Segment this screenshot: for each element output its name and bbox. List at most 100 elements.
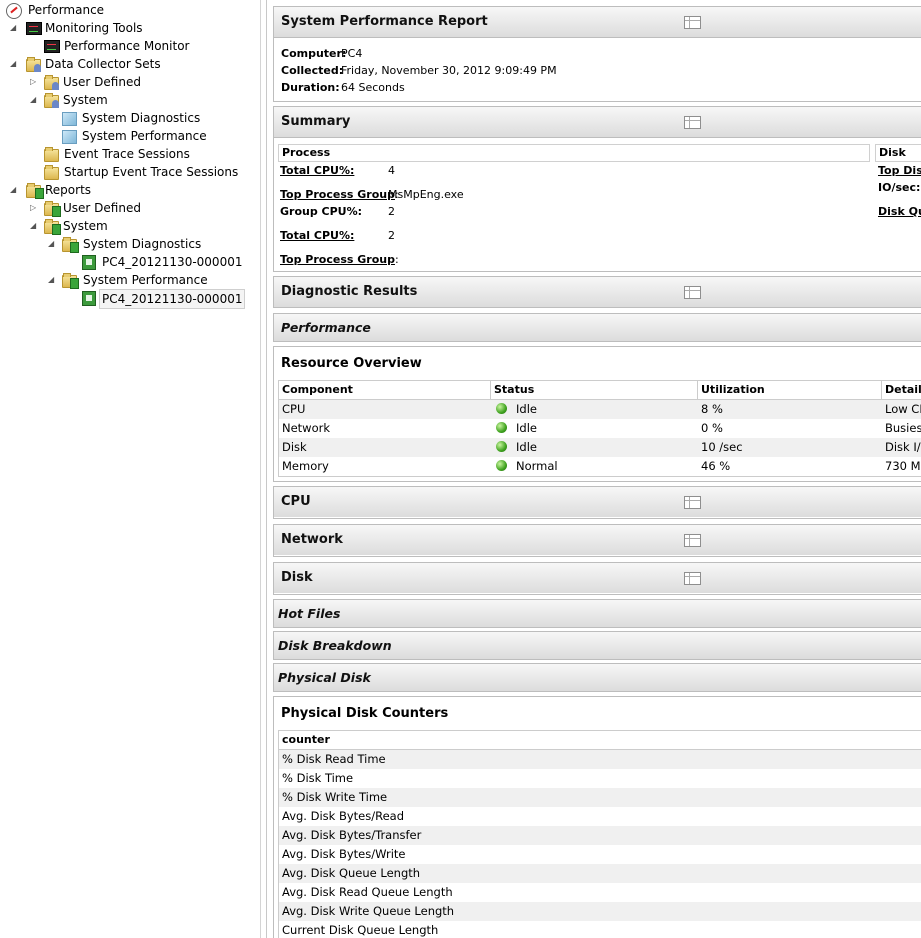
expanded-arrow-icon[interactable]: ◢: [10, 60, 18, 68]
tree-label: Monitoring Tools: [45, 21, 143, 35]
table-view-icon[interactable]: [684, 16, 701, 29]
report-header-section: System Performance Report Computer: PC4 …: [273, 6, 921, 102]
collapsed-arrow-icon[interactable]: ▷: [30, 204, 38, 212]
status-cell: Idle: [516, 402, 537, 416]
table-view-icon[interactable]: [684, 286, 701, 299]
column-header-component[interactable]: Component: [282, 383, 353, 396]
section-header[interactable]: Performance: [274, 314, 921, 341]
diagnostic-results-section[interactable]: Diagnostic Results: [273, 276, 921, 308]
column-divider[interactable]: [881, 381, 882, 399]
tree-label: System Diagnostics: [83, 237, 202, 251]
physical-disk-title: Physical Disk: [278, 670, 371, 685]
expanded-arrow-icon[interactable]: ◢: [30, 96, 38, 104]
total-cpu-label-2[interactable]: Total CPU%:: [280, 229, 354, 242]
expanded-arrow-icon[interactable]: ◢: [10, 186, 18, 194]
performance-monitor-icon: [44, 40, 60, 53]
collector-badge-icon: [34, 64, 41, 72]
section-header[interactable]: Diagnostic Results: [274, 277, 921, 307]
section-header[interactable]: Physical Disk: [274, 664, 921, 691]
counter-cell: Avg. Disk Bytes/Write: [282, 847, 406, 861]
navigation-tree[interactable]: Performance ◢ Monitoring Tools Performan…: [0, 0, 261, 938]
column-header-counter[interactable]: counter: [282, 733, 330, 746]
table-header-row: Component Status Utilization Details: [279, 381, 921, 400]
process-header-box: Process: [278, 144, 870, 162]
total-cpu-value-2: 2: [388, 229, 395, 242]
status-green-icon: [496, 403, 507, 414]
table-row: Current Disk Queue Length: [279, 921, 921, 938]
utilization-cell: 0 %: [701, 421, 723, 435]
column-divider[interactable]: [490, 381, 491, 399]
counter-cell: % Disk Read Time: [282, 752, 386, 766]
section-header[interactable]: Disk Breakdown: [274, 632, 921, 659]
counter-cell: Avg. Disk Bytes/Read: [282, 809, 405, 823]
expanded-arrow-icon[interactable]: ◢: [30, 222, 38, 230]
disk-queue-label[interactable]: Disk Que: [878, 205, 921, 218]
section-header[interactable]: CPU: [274, 487, 921, 517]
report-badge-icon: [52, 224, 61, 235]
tree-label: PC4_20121130-000001: [102, 255, 243, 269]
column-header-details[interactable]: Details: [885, 383, 921, 396]
tree-label: Performance Monitor: [64, 39, 190, 53]
user-badge-icon: [52, 82, 59, 90]
top-process-group-label[interactable]: Top Process Group: [280, 188, 395, 201]
expanded-arrow-icon[interactable]: ◢: [48, 240, 56, 248]
column-header-utilization[interactable]: Utilization: [701, 383, 765, 396]
section-header[interactable]: Disk: [274, 563, 921, 593]
top-disk-label[interactable]: Top Disk: [878, 164, 921, 177]
details-cell: Low CF: [885, 402, 921, 416]
disk-breakdown-section[interactable]: Disk Breakdown: [273, 631, 921, 660]
tree-label: System Performance: [83, 273, 208, 287]
details-cell: Busiest: [885, 421, 921, 435]
counter-cell: Avg. Disk Read Queue Length: [282, 885, 453, 899]
process-header: Process: [282, 146, 331, 159]
network-section[interactable]: Network: [273, 524, 921, 557]
table-row: Avg. Disk Bytes/Write: [279, 845, 921, 864]
top-process-group-row: Top Process Group:: [280, 188, 399, 201]
table-view-icon[interactable]: [684, 116, 701, 129]
status-cell: Idle: [516, 440, 537, 454]
top-process-group-value: MsMpEng.exe: [388, 188, 464, 201]
collector-set-icon: [62, 112, 77, 126]
cpu-section[interactable]: CPU: [273, 486, 921, 519]
table-row: CPU Idle 8 % Low CF: [279, 400, 921, 419]
section-header[interactable]: Network: [274, 525, 921, 555]
section-header[interactable]: Summary: [274, 107, 921, 138]
counter-cell: Avg. Disk Write Queue Length: [282, 904, 455, 918]
duration-value: 64 Seconds: [341, 81, 405, 94]
table-row: % Disk Write Time: [279, 788, 921, 807]
disk-breakdown-title: Disk Breakdown: [278, 638, 392, 653]
report-title: System Performance Report: [281, 14, 488, 29]
computer-label: Computer:: [281, 47, 347, 60]
report-view[interactable]: System Performance Report Computer: PC4 …: [266, 0, 921, 938]
column-divider[interactable]: [697, 381, 698, 399]
diagnostic-results-title: Diagnostic Results: [281, 284, 418, 299]
resource-overview-section: Resource Overview Component Status Utili…: [273, 346, 921, 482]
status-green-icon: [496, 441, 507, 452]
summary-section: Summary Process Disk Total CPU%: 4 Top P…: [273, 106, 921, 272]
utilization-cell: 8 %: [701, 402, 723, 416]
collapsed-arrow-icon[interactable]: ▷: [30, 78, 38, 86]
tree-label: System: [63, 219, 108, 233]
collector-set-icon: [62, 130, 77, 144]
utilization-cell: 10 /sec: [701, 440, 743, 454]
section-header[interactable]: Hot Files: [274, 600, 921, 627]
expanded-arrow-icon[interactable]: ◢: [10, 24, 18, 32]
total-cpu-label[interactable]: Total CPU%:: [280, 164, 354, 177]
resource-overview-title: Resource Overview: [281, 356, 422, 371]
table-header-row: counter: [279, 731, 921, 750]
performance-section[interactable]: Performance: [273, 313, 921, 342]
disk-section[interactable]: Disk: [273, 562, 921, 595]
column-header-status[interactable]: Status: [494, 383, 534, 396]
expanded-arrow-icon[interactable]: ◢: [48, 276, 56, 284]
io-sec-label: IO/sec:: [878, 181, 921, 194]
physical-disk-section[interactable]: Physical Disk: [273, 663, 921, 692]
section-header[interactable]: System Performance Report: [274, 7, 921, 38]
status-green-icon: [496, 422, 507, 433]
top-process-group-label-2[interactable]: Top Process Group: [280, 253, 395, 266]
table-view-icon[interactable]: [684, 534, 701, 547]
table-view-icon[interactable]: [684, 572, 701, 585]
tree-label: Data Collector Sets: [45, 57, 161, 71]
table-view-icon[interactable]: [684, 496, 701, 509]
hot-files-section[interactable]: Hot Files: [273, 599, 921, 628]
disk-header-box: Disk: [875, 144, 921, 162]
